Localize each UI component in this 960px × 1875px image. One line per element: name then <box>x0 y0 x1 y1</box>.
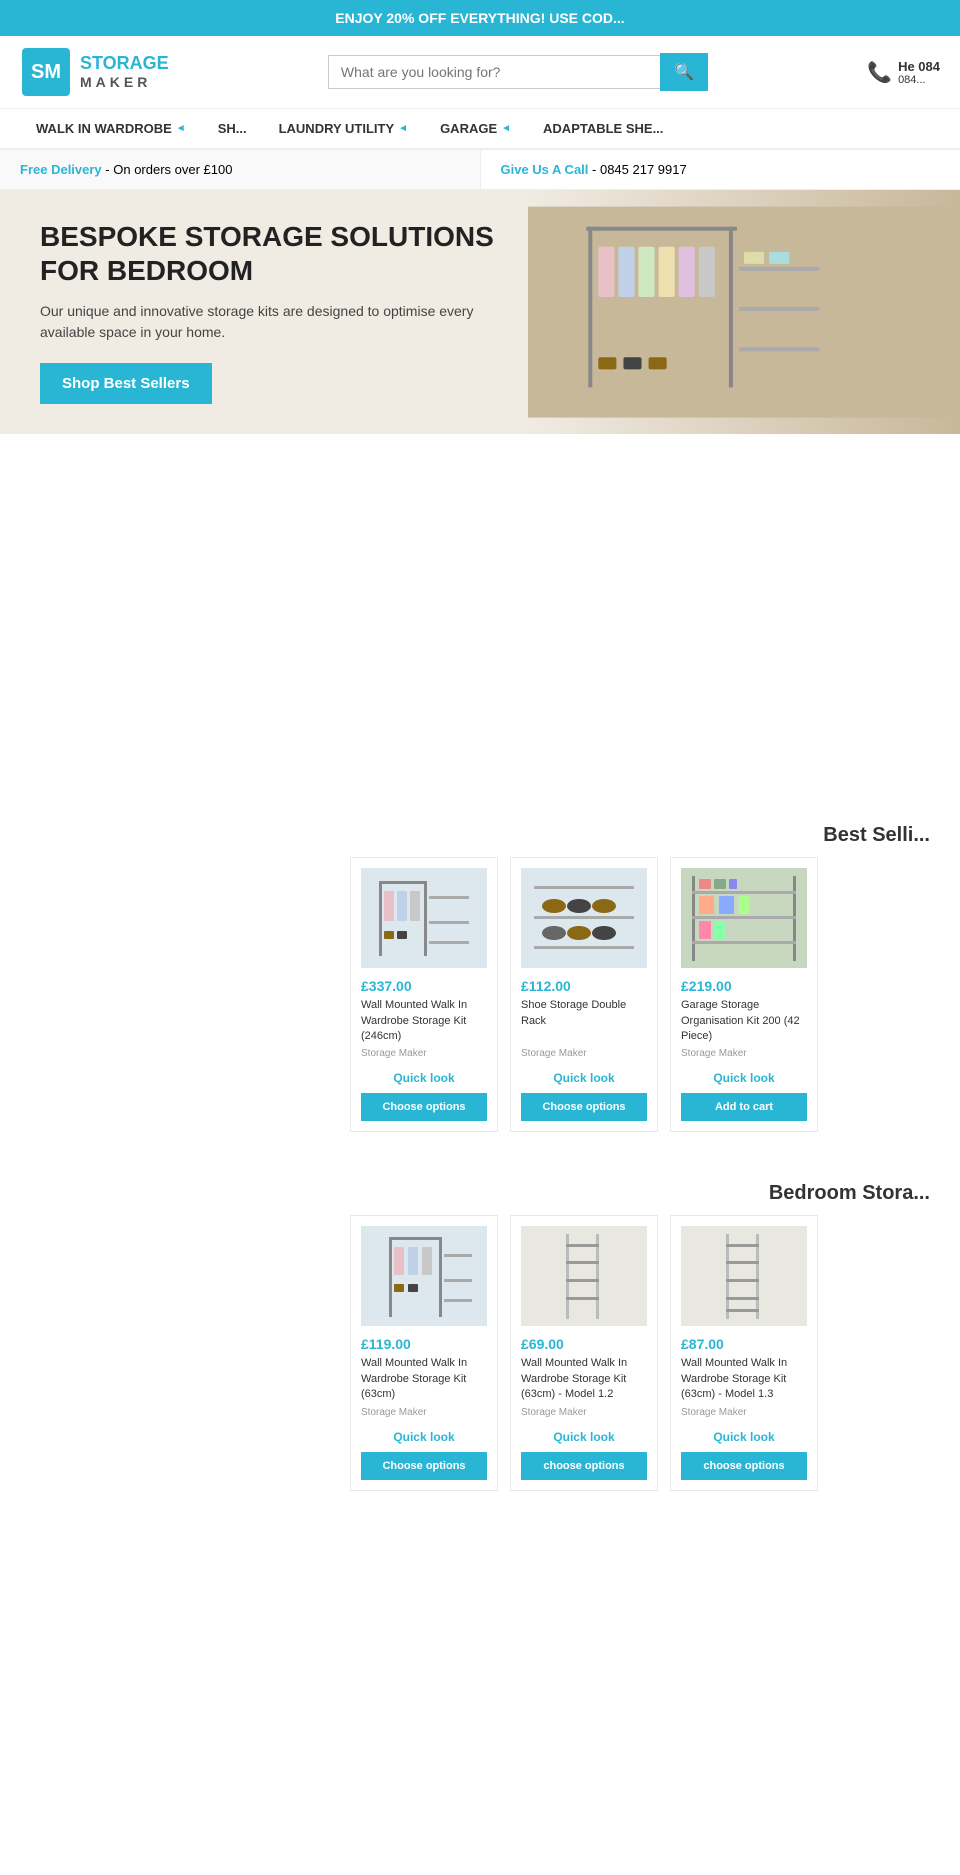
product-garage-svg <box>684 871 804 966</box>
phone-icon: 📞 <box>867 60 892 85</box>
empty-section <box>0 434 960 814</box>
call-highlight: Give Us A Call <box>501 162 589 177</box>
nav-item-sh[interactable]: SH... <box>202 109 263 148</box>
best-sellers-section: Best Selli... £ <box>0 814 960 1152</box>
search-area: 🔍 <box>328 53 708 91</box>
bedroom-product-price-2: £69.00 <box>521 1336 647 1352</box>
hero-wardrobe-visual <box>528 190 960 434</box>
bedroom-product-price-1: £119.00 <box>361 1336 487 1352</box>
quick-look-btn-1[interactable]: Quick look <box>361 1067 487 1089</box>
bedroom-product-name-1: Wall Mounted Walk In Wardrobe Storage Ki… <box>361 1356 487 1402</box>
bedroom-storage-product-row: £119.00 Wall Mounted Walk In Wardrobe St… <box>0 1205 960 1510</box>
bedroom-choose-btn-2[interactable]: choose options <box>521 1452 647 1480</box>
info-phone: Give Us A Call - 0845 217 9917 <box>481 150 960 189</box>
hero-content: BESPOKE STORAGE SOLUTIONS FOR BEDROOM Ou… <box>40 220 524 404</box>
bedroom-ladder-svg-3 <box>684 1229 804 1324</box>
header: SM STORAGE MAKER 🔍 📞 He 084 084... <box>0 36 960 109</box>
bedroom-product-name-2: Wall Mounted Walk In Wardrobe Storage Ki… <box>521 1356 647 1402</box>
logo-icon: SM <box>20 46 72 98</box>
product-brand-2: Storage Maker <box>521 1048 647 1059</box>
nav-chevron-garage: ◄ <box>501 123 511 134</box>
hero-cta-button[interactable]: Shop Best Sellers <box>40 363 212 404</box>
top-banner: ENJOY 20% OFF EVERYTHING! USE COD... <box>0 0 960 36</box>
hero-title: BESPOKE STORAGE SOLUTIONS FOR BEDROOM <box>40 220 524 287</box>
quick-look-btn-2[interactable]: Quick look <box>521 1067 647 1089</box>
nav-item-laundry[interactable]: LAUNDRY UTILITY ◄ <box>263 109 424 148</box>
bedroom-product-brand-2: Storage Maker <box>521 1407 647 1418</box>
product-card-1: £337.00 Wall Mounted Walk In Wardrobe St… <box>350 857 498 1132</box>
product-price-3: £219.00 <box>681 978 807 994</box>
phone-area: 📞 He 084 084... <box>867 59 940 86</box>
bedroom-product-card-2: £69.00 Wall Mounted Walk In Wardrobe Sto… <box>510 1215 658 1490</box>
banner-text: ENJOY 20% OFF EVERYTHING! USE COD... <box>335 10 624 26</box>
phone-label: He 084 <box>898 59 940 74</box>
svg-text:SM: SM <box>31 61 61 83</box>
product-price-2: £112.00 <box>521 978 647 994</box>
product-price-1: £337.00 <box>361 978 487 994</box>
info-bar: Free Delivery - On orders over £100 Give… <box>0 150 960 190</box>
nav-chevron-wardrobe: ◄ <box>176 123 186 134</box>
product-image-1 <box>361 868 487 968</box>
bedroom-quick-look-btn-2[interactable]: Quick look <box>521 1426 647 1448</box>
bedroom-product-image-3 <box>681 1226 807 1326</box>
product-name-1: Wall Mounted Walk In Wardrobe Storage Ki… <box>361 998 487 1044</box>
nav-item-adaptable[interactable]: ADAPTABLE SHE... <box>527 109 679 148</box>
hero-image <box>528 190 960 434</box>
product-name-3: Garage Storage Organisation Kit 200 (42 … <box>681 998 807 1044</box>
product-shoe-svg <box>524 871 644 966</box>
bedroom-wardrobe-svg-1 <box>364 1229 484 1324</box>
bedroom-product-brand-3: Storage Maker <box>681 1407 807 1418</box>
product-brand-1: Storage Maker <box>361 1048 487 1059</box>
add-to-cart-btn-3[interactable]: Add to cart <box>681 1093 807 1121</box>
bedroom-storage-section: Bedroom Stora... <box>0 1172 960 1510</box>
bedroom-ladder-svg-2 <box>524 1229 644 1324</box>
logo-line1: STORAGE <box>80 54 169 74</box>
logo-text: STORAGE MAKER <box>80 54 169 90</box>
hero-description: Our unique and innovative storage kits a… <box>40 301 524 343</box>
product-name-2: Shoe Storage Double Rack <box>521 998 647 1044</box>
phone-number: 084... <box>898 74 940 86</box>
delivery-text: - On orders over £100 <box>105 162 232 177</box>
product-image-3 <box>681 868 807 968</box>
best-sellers-heading: Best Selli... <box>0 814 960 847</box>
logo-line2: MAKER <box>80 74 169 90</box>
bedroom-product-card-3: £87.00 Wall Mounted Walk In Wardrobe Sto… <box>670 1215 818 1490</box>
delivery-highlight: Free Delivery <box>20 162 102 177</box>
product-brand-3: Storage Maker <box>681 1048 807 1059</box>
main-nav: WALK IN WARDROBE ◄ SH... LAUNDRY UTILITY… <box>0 109 960 150</box>
bedroom-product-brand-1: Storage Maker <box>361 1407 487 1418</box>
search-button[interactable]: 🔍 <box>660 53 708 91</box>
bedroom-product-price-3: £87.00 <box>681 1336 807 1352</box>
bedroom-product-image-2 <box>521 1226 647 1326</box>
phone-info: He 084 084... <box>898 59 940 86</box>
call-text: - 0845 217 9917 <box>592 162 687 177</box>
info-delivery: Free Delivery - On orders over £100 <box>0 150 481 189</box>
product-card-3: £219.00 Garage Storage Organisation Kit … <box>670 857 818 1132</box>
bedroom-quick-look-btn-3[interactable]: Quick look <box>681 1426 807 1448</box>
bedroom-product-name-3: Wall Mounted Walk In Wardrobe Storage Ki… <box>681 1356 807 1402</box>
logo-area[interactable]: SM STORAGE MAKER <box>20 46 169 98</box>
bedroom-choose-btn-3[interactable]: choose options <box>681 1452 807 1480</box>
nav-item-walk-in-wardrobe[interactable]: WALK IN WARDROBE ◄ <box>20 109 202 148</box>
choose-options-btn-2[interactable]: Choose options <box>521 1093 647 1121</box>
bedroom-quick-look-btn-1[interactable]: Quick look <box>361 1426 487 1448</box>
best-sellers-product-row: £337.00 Wall Mounted Walk In Wardrobe St… <box>0 847 960 1152</box>
bedroom-product-card-1: £119.00 Wall Mounted Walk In Wardrobe St… <box>350 1215 498 1490</box>
nav-item-garage[interactable]: GARAGE ◄ <box>424 109 527 148</box>
search-input[interactable] <box>328 55 660 89</box>
nav-chevron-laundry: ◄ <box>398 123 408 134</box>
bedroom-product-image-1 <box>361 1226 487 1326</box>
bedroom-storage-heading: Bedroom Stora... <box>0 1172 960 1205</box>
bedroom-choose-btn-1[interactable]: Choose options <box>361 1452 487 1480</box>
quick-look-btn-3[interactable]: Quick look <box>681 1067 807 1089</box>
choose-options-btn-1[interactable]: Choose options <box>361 1093 487 1121</box>
hero-banner: BESPOKE STORAGE SOLUTIONS FOR BEDROOM Ou… <box>0 190 960 434</box>
product-card-2: £112.00 Shoe Storage Double Rack Storage… <box>510 857 658 1132</box>
product-image-2 <box>521 868 647 968</box>
product-wardrobe-svg <box>364 871 484 966</box>
